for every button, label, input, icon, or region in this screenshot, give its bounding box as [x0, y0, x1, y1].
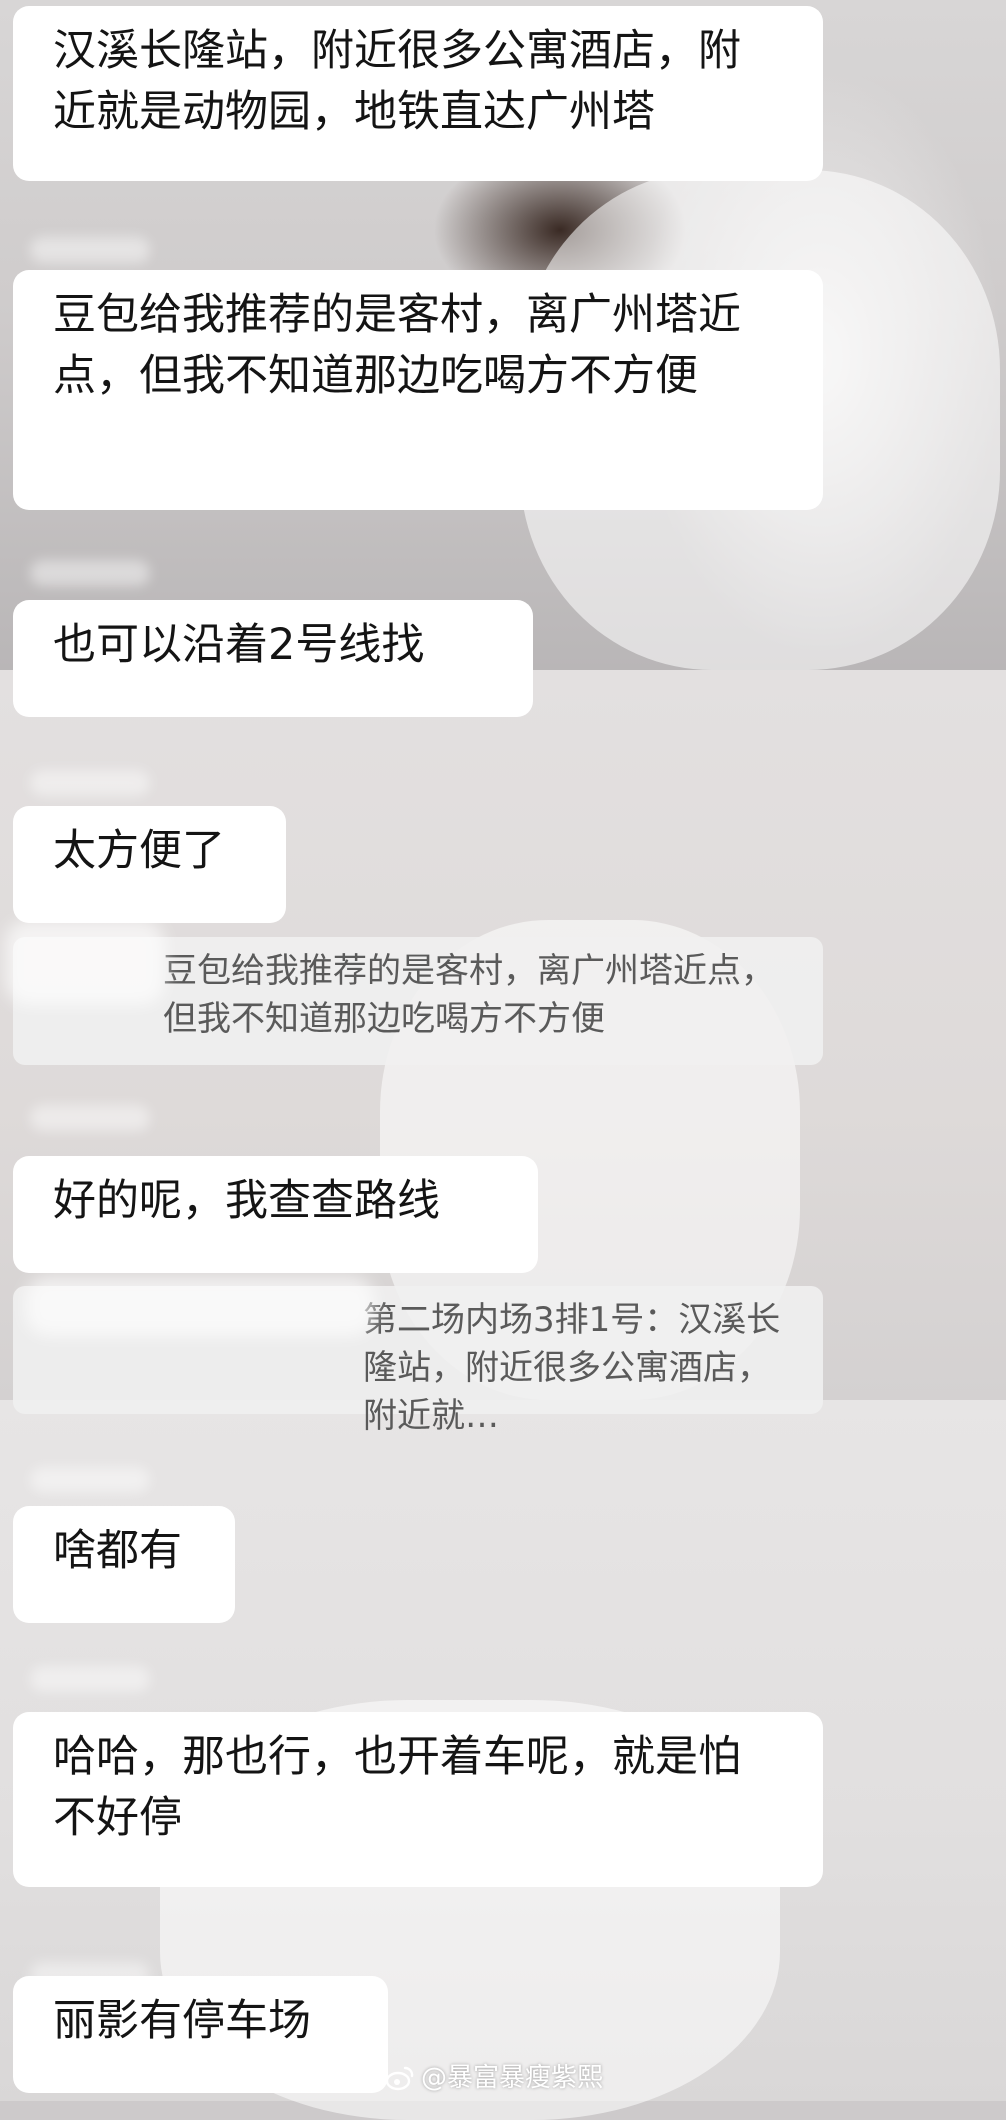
blurred-sender-name [30, 770, 150, 796]
message-text: 也可以沿着2号线找 [53, 620, 425, 670]
message-text: 太方便了 [53, 826, 225, 876]
weibo-watermark: @暴富暴瘦紫熙 [385, 2062, 603, 2094]
chat-message-bubble[interactable]: 汉溪长隆站，附近很多公寓酒店，附近就是动物园，地铁直达广州塔 [13, 6, 823, 181]
message-text: 汉溪长隆站，附近很多公寓酒店，附近就是动物园，地铁直达广州塔 [53, 26, 741, 137]
blurred-sender-name [30, 560, 150, 586]
message-text: 哈哈，那也行，也开着车呢，就是怕不好停 [53, 1732, 741, 1843]
chat-message-bubble[interactable]: 豆包给我推荐的是客村，离广州塔近点，但我不知道那边吃喝方不方便 [13, 270, 823, 510]
blurred-sender-name [30, 1105, 150, 1131]
chat-message-bubble[interactable]: 也可以沿着2号线找 [13, 600, 533, 717]
chat-message-bubble[interactable]: 啥都有 [13, 1506, 235, 1623]
blurred-quote-sender [5, 920, 165, 1005]
chat-message-bubble[interactable]: 丽影有停车场 [13, 1976, 388, 2093]
message-text: 好的呢，我查查路线 [53, 1176, 440, 1226]
blurred-sender-name [30, 237, 150, 263]
chat-message-bubble[interactable]: 太方便了 [13, 806, 286, 923]
message-text: 啥都有 [53, 1526, 182, 1576]
blurred-quote-sender [25, 1276, 375, 1336]
blurred-sender-name [30, 1467, 150, 1493]
blurred-sender-name [30, 1666, 150, 1692]
weibo-icon [385, 2066, 414, 2091]
quoted-text: 豆包给我推荐的是客村，离广州塔近点，但我不知道那边吃喝方不方便 [163, 951, 775, 1039]
message-text: 豆包给我推荐的是客村，离广州塔近点，但我不知道那边吃喝方不方便 [53, 290, 741, 401]
chat-message-bubble[interactable]: 好的呢，我查查路线 [13, 1156, 538, 1273]
watermark-text: @暴富暴瘦紫熙 [421, 2063, 604, 2093]
message-text: 丽影有停车场 [53, 1996, 311, 2046]
chat-message-bubble[interactable]: 哈哈，那也行，也开着车呢，就是怕不好停 [13, 1712, 823, 1887]
